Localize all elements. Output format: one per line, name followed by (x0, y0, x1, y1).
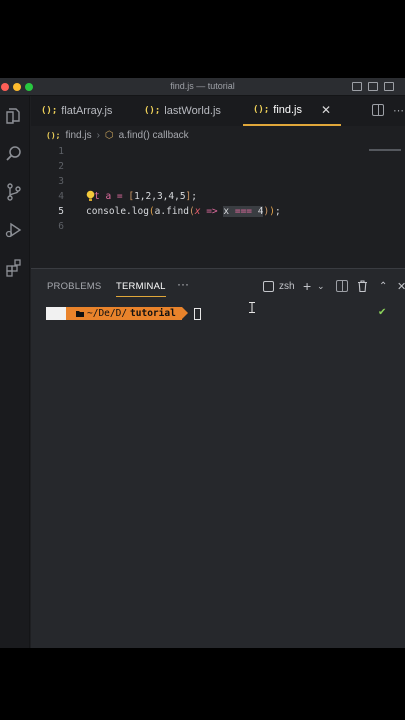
close-tab-icon[interactable]: ✕ (321, 103, 331, 117)
text-cursor-icon (249, 302, 255, 313)
tab-label: lastWorld.js (164, 105, 221, 117)
breadcrumb-separator-icon: › (96, 129, 100, 141)
breadcrumb: (); find.js › ⬡ a.find() callback (46, 128, 189, 142)
code-line[interactable]: 3 (31, 174, 405, 189)
run-debug-icon[interactable] (4, 220, 24, 240)
tab-terminal[interactable]: TERMINAL (116, 281, 166, 297)
toggle-sidebar-icon[interactable] (352, 82, 362, 91)
line-number: 4 (58, 191, 64, 202)
code-editor[interactable]: 1 2 3 4 t a = [1,2,3,4,5]; 5 console.log… (31, 144, 405, 268)
terminal-selector[interactable]: zsh (263, 279, 295, 293)
new-terminal-icon[interactable]: + (303, 278, 311, 294)
search-icon[interactable] (4, 144, 24, 164)
line-number: 3 (58, 176, 64, 187)
trash-icon[interactable] (357, 280, 368, 292)
terminal-icon (263, 280, 274, 292)
tab-label: flatArray.js (61, 105, 113, 117)
code-line[interactable]: 2 (31, 159, 405, 174)
tab-flatarray[interactable]: (); flatArray.js (41, 96, 112, 126)
js-file-icon: (); (41, 106, 58, 116)
window-title: find.js — tutorial (170, 81, 235, 91)
terminal-prompt: ~/De/D/tutorial (46, 307, 201, 320)
breadcrumb-symbol[interactable]: a.find() callback (119, 130, 189, 141)
source-control-icon[interactable] (4, 182, 24, 202)
tab-problems[interactable]: PROBLEMS (47, 281, 101, 292)
split-editor-icon[interactable] (372, 104, 384, 116)
code-line-active[interactable]: 5 console.log(a.find(x => x === 4)); (31, 204, 405, 219)
editor-tab-bar: (); flatArray.js (); lastWorld.js (); fi… (31, 96, 405, 126)
toggle-panel-icon[interactable] (368, 82, 378, 91)
tab-label: find.js (273, 104, 303, 116)
vscode-window: find.js — tutorial (); flatArray.js (); … (0, 78, 405, 648)
js-file-icon: (); (46, 130, 61, 140)
split-terminal-icon[interactable] (336, 280, 348, 292)
maximize-panel-icon[interactable]: ⌃ (379, 279, 387, 293)
panel-more-icon[interactable]: ··· (177, 277, 189, 291)
more-actions-icon[interactable]: ⋯ (393, 104, 404, 117)
line-number: 1 (58, 146, 64, 157)
code-line[interactable]: 1 (31, 144, 405, 159)
terminal-cursor (193, 307, 201, 320)
folder-icon (76, 311, 84, 317)
extensions-icon[interactable] (4, 258, 24, 278)
apple-icon (46, 307, 72, 320)
code-text: console.log(a.find(x => x === 4)); (86, 206, 281, 217)
status-check-icon: ✔ (378, 307, 387, 318)
toggle-secondary-sidebar-icon[interactable] (384, 82, 394, 91)
close-panel-icon[interactable]: ✕ (397, 279, 405, 293)
prompt-path: ~/De/D/tutorial (66, 307, 188, 320)
code-line[interactable]: 6 (31, 219, 405, 234)
tab-lastworld[interactable]: (); lastWorld.js (144, 96, 221, 126)
code-line[interactable]: 4 t a = [1,2,3,4,5]; (31, 189, 405, 204)
shell-name: zsh (279, 280, 295, 292)
code-text: t a = [1,2,3,4,5]; (94, 191, 198, 202)
js-file-icon: (); (253, 105, 270, 115)
line-number: 2 (58, 161, 64, 172)
symbol-method-icon: ⬡ (104, 129, 114, 141)
bottom-panel: PROBLEMS TERMINAL ··· zsh + ⌄ ⌃ ✕ ~/De/D… (31, 268, 405, 648)
chevron-down-icon[interactable]: ⌄ (317, 279, 325, 293)
explorer-icon[interactable] (4, 106, 24, 126)
title-bar: find.js — tutorial (0, 78, 405, 96)
breadcrumb-file[interactable]: find.js (65, 130, 91, 141)
line-number: 6 (58, 221, 64, 232)
js-file-icon: (); (144, 106, 161, 116)
activity-bar (0, 96, 30, 648)
line-number: 5 (58, 206, 64, 217)
